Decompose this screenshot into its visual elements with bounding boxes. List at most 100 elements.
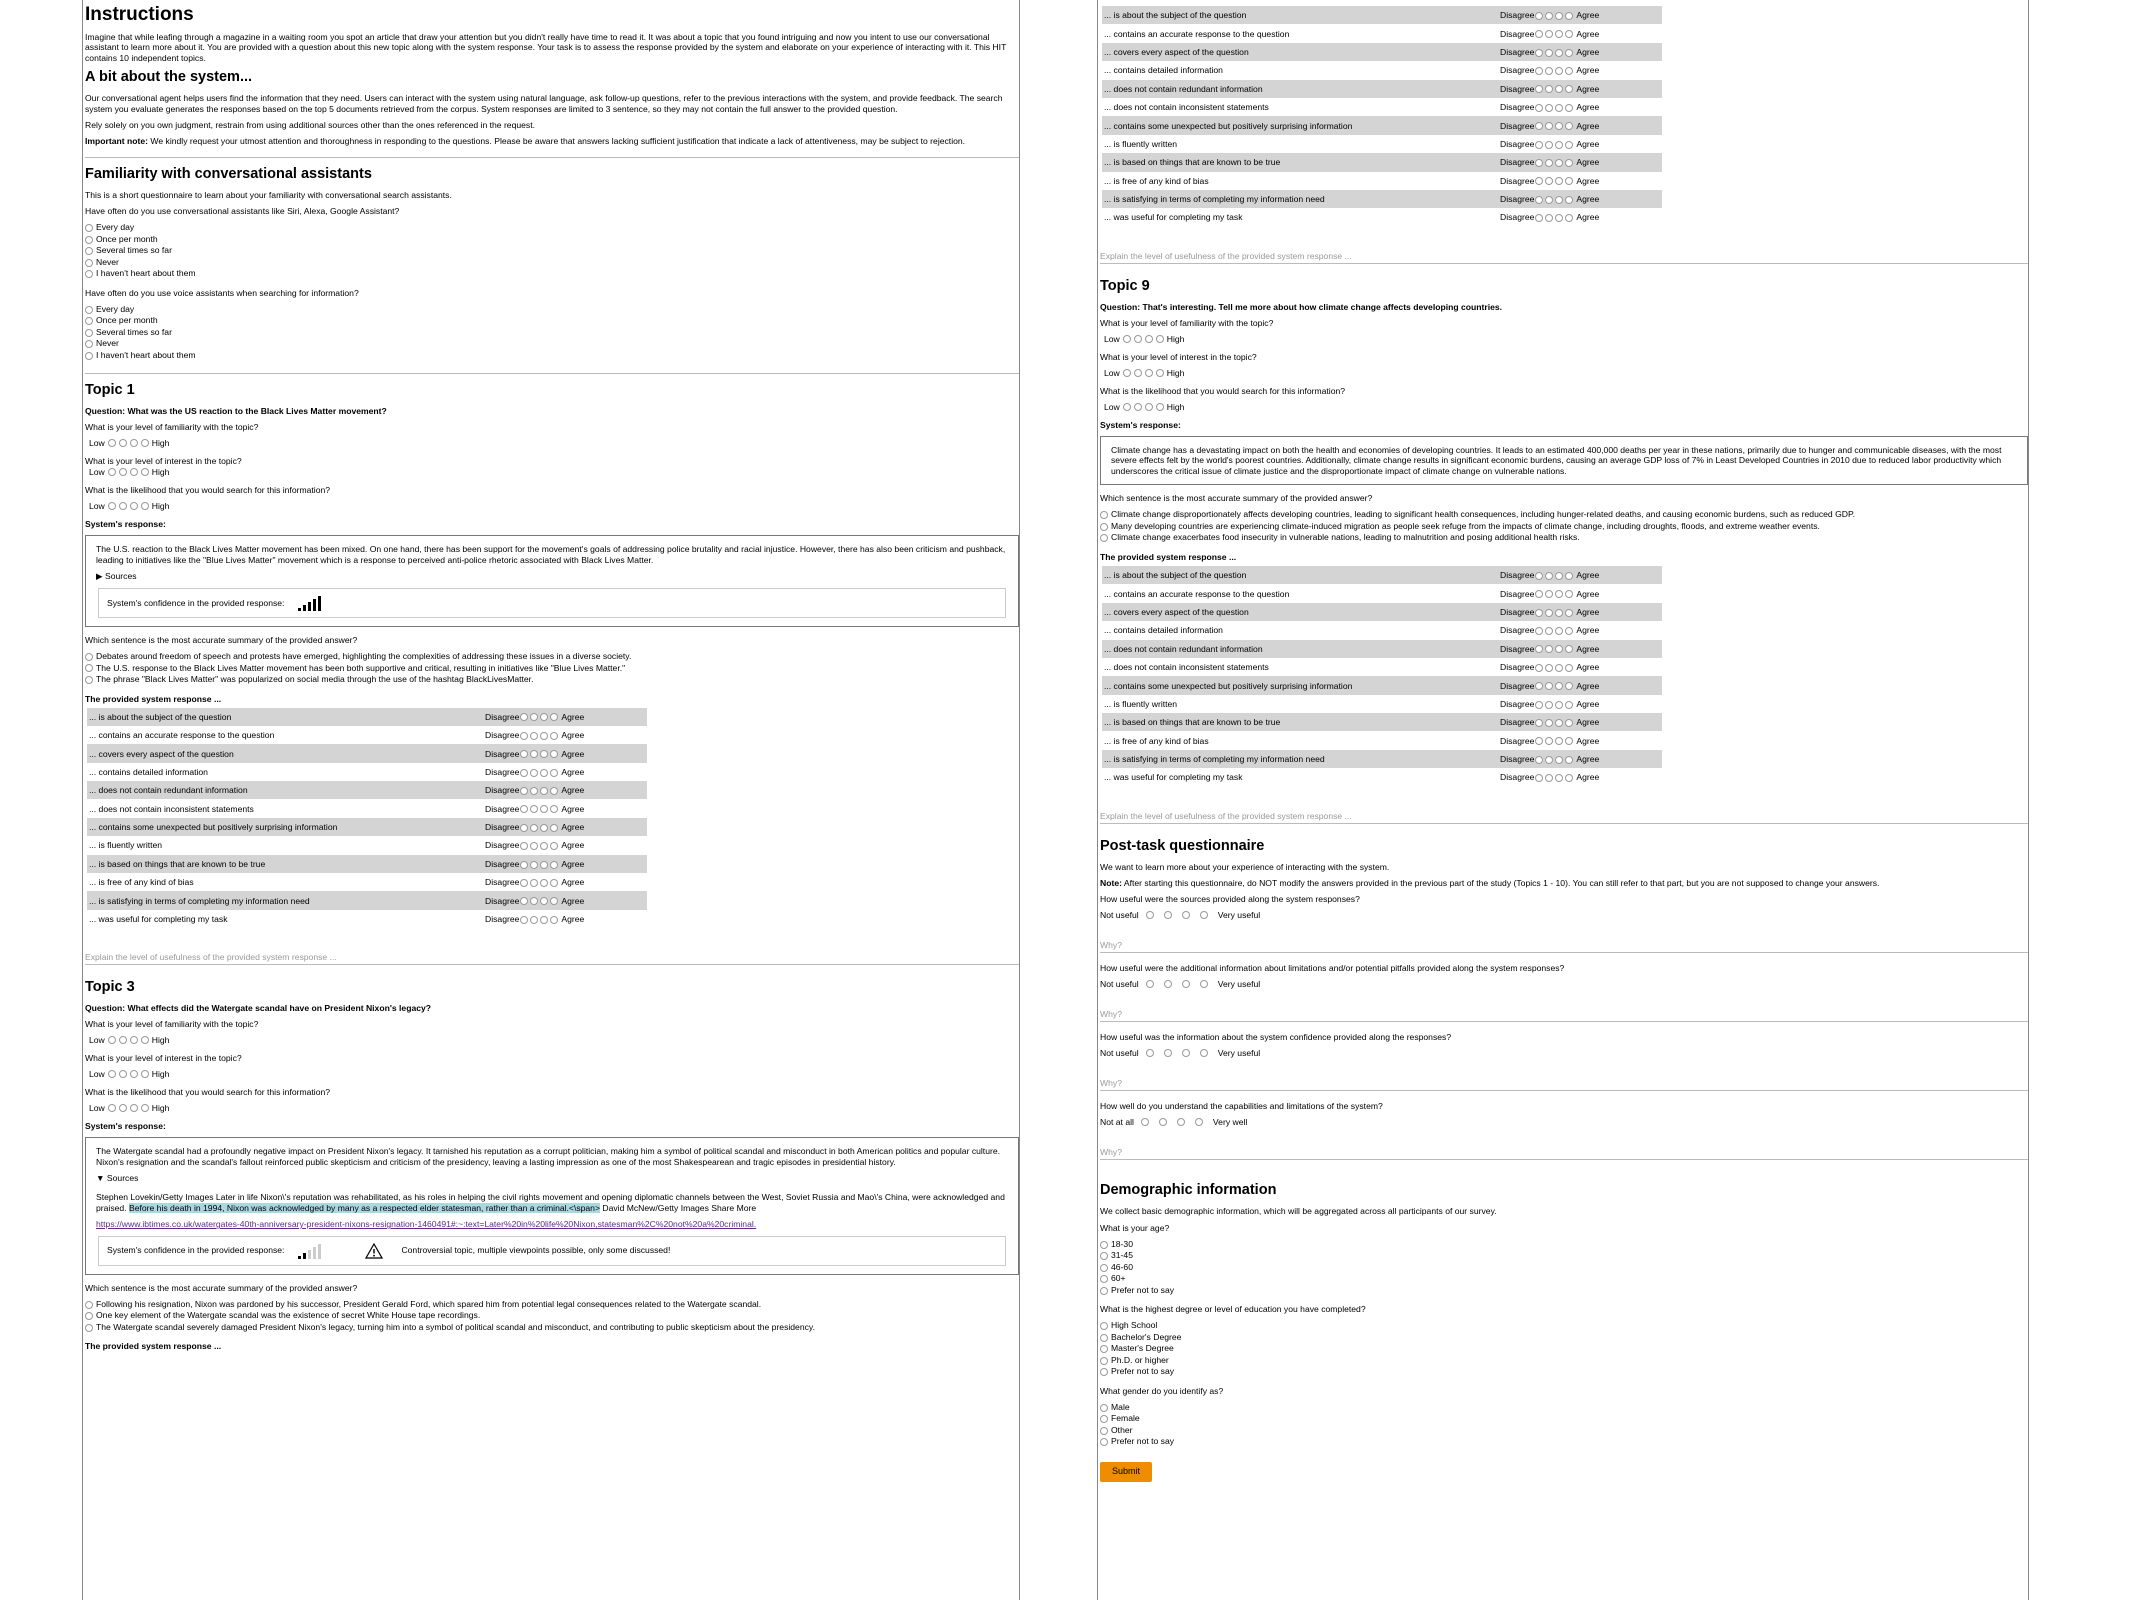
radio-button[interactable] [1535, 103, 1544, 112]
radio-option[interactable]: Ph.D. or higher [1100, 1355, 2028, 1367]
radio-option[interactable]: Climate change exacerbates food insecuri… [1100, 532, 2028, 544]
radio-button[interactable] [85, 317, 93, 325]
radio-button[interactable] [550, 842, 559, 851]
radio-button[interactable] [85, 270, 93, 278]
radio-button[interactable] [107, 502, 116, 511]
radio-button[interactable] [1100, 1356, 1108, 1365]
radio-button[interactable] [1545, 30, 1554, 39]
radio-button[interactable] [118, 1036, 127, 1045]
radio-button[interactable] [1545, 85, 1554, 94]
radio-button[interactable] [1100, 522, 1108, 531]
radio-option[interactable]: I haven't heart about them [85, 350, 1019, 362]
radio-button[interactable] [1535, 177, 1544, 186]
radio-button[interactable] [1155, 334, 1164, 343]
radio-button[interactable] [1565, 755, 1574, 764]
radio-option[interactable]: Never [85, 257, 1019, 269]
radio-button[interactable] [1535, 48, 1544, 57]
radio-button[interactable] [85, 247, 93, 255]
radio-button[interactable] [1122, 402, 1131, 411]
radio-button[interactable] [1555, 700, 1564, 709]
radio-button[interactable] [530, 897, 539, 906]
radio-button[interactable] [85, 664, 93, 673]
radio-button[interactable] [1555, 645, 1564, 654]
radio-button[interactable] [1535, 608, 1544, 617]
radio-button[interactable] [1100, 1345, 1108, 1354]
source-link[interactable]: https://www.ibtimes.co.uk/watergates-40t… [96, 1219, 756, 1229]
radio-button[interactable] [550, 823, 559, 832]
radio-option[interactable]: I haven't heart about them [85, 268, 1019, 280]
radio-button[interactable] [1545, 645, 1554, 654]
radio-button[interactable] [118, 468, 127, 477]
radio-button[interactable] [520, 878, 529, 887]
radio-button[interactable] [1199, 1049, 1208, 1058]
radio-option[interactable]: Following his resignation, Nixon was par… [85, 1299, 1019, 1311]
radio-button[interactable] [1565, 737, 1574, 746]
radio-button[interactable] [1545, 159, 1554, 168]
radio-button[interactable] [118, 1070, 127, 1079]
radio-button[interactable] [1100, 1252, 1108, 1261]
radio-button[interactable] [1555, 11, 1564, 20]
radio-button[interactable] [1535, 67, 1544, 76]
radio-button[interactable] [540, 878, 549, 887]
radio-button[interactable] [1100, 534, 1108, 543]
radio-button[interactable] [1555, 67, 1564, 76]
radio-button[interactable] [1565, 11, 1574, 20]
radio-button[interactable] [1545, 571, 1554, 580]
radio-button[interactable] [1545, 590, 1554, 599]
radio-button[interactable] [1555, 774, 1564, 783]
radio-button[interactable] [1535, 214, 1544, 223]
radio-button[interactable] [530, 805, 539, 814]
radio-button[interactable] [550, 897, 559, 906]
radio-button[interactable] [1535, 645, 1544, 654]
radio-option[interactable]: Male [1100, 1402, 2028, 1414]
radio-button[interactable] [1545, 719, 1554, 728]
radio-button[interactable] [1535, 11, 1544, 20]
radio-button[interactable] [520, 897, 529, 906]
radio-button[interactable] [530, 731, 539, 740]
radio-button[interactable] [140, 468, 149, 477]
radio-button[interactable] [1535, 140, 1544, 149]
radio-button[interactable] [540, 823, 549, 832]
radio-button[interactable] [1155, 368, 1164, 377]
radio-button[interactable] [1176, 1118, 1185, 1127]
radio-option[interactable]: Every day [85, 304, 1019, 316]
radio-button[interactable] [1194, 1118, 1203, 1127]
radio-button[interactable] [1545, 103, 1554, 112]
radio-option[interactable]: Once per month [85, 234, 1019, 246]
radio-option[interactable]: Debates around freedom of speech and pro… [85, 651, 1019, 663]
radio-button[interactable] [140, 1070, 149, 1079]
radio-button[interactable] [1565, 195, 1574, 204]
radio-button[interactable] [1100, 1263, 1108, 1272]
radio-button[interactable] [540, 897, 549, 906]
sources-toggle[interactable]: ▼ Sources [96, 1173, 1008, 1184]
radio-button[interactable] [1158, 1118, 1167, 1127]
radio-button[interactable] [1565, 571, 1574, 580]
radio-button[interactable] [520, 915, 529, 924]
radio-button[interactable] [540, 750, 549, 759]
radio-button[interactable] [107, 468, 116, 477]
radio-button[interactable] [1555, 30, 1564, 39]
radio-button[interactable] [1565, 140, 1574, 149]
radio-button[interactable] [85, 1312, 93, 1321]
radio-button[interactable] [1565, 700, 1574, 709]
radio-option[interactable]: Many developing countries are experienci… [1100, 521, 2028, 533]
radio-button[interactable] [1163, 911, 1172, 920]
radio-button[interactable] [1535, 122, 1544, 131]
radio-button[interactable] [1100, 1403, 1108, 1412]
why-field[interactable]: Why? [1100, 928, 2028, 954]
radio-button[interactable] [1535, 627, 1544, 636]
radio-option[interactable]: Prefer not to say [1100, 1436, 2028, 1448]
radio-button[interactable] [107, 1036, 116, 1045]
radio-button[interactable] [1545, 682, 1554, 691]
radio-button[interactable] [550, 878, 559, 887]
radio-button[interactable] [107, 1104, 116, 1113]
radio-button[interactable] [140, 439, 149, 448]
radio-button[interactable] [1565, 159, 1574, 168]
radio-option[interactable]: The U.S. response to the Black Lives Mat… [85, 663, 1019, 675]
radio-button[interactable] [140, 502, 149, 511]
radio-button[interactable] [1545, 214, 1554, 223]
radio-button[interactable] [1535, 195, 1544, 204]
radio-button[interactable] [1565, 663, 1574, 672]
radio-option[interactable]: Climate change disproportionately affect… [1100, 509, 2028, 521]
radio-option[interactable]: Bachelor's Degree [1100, 1332, 2028, 1344]
